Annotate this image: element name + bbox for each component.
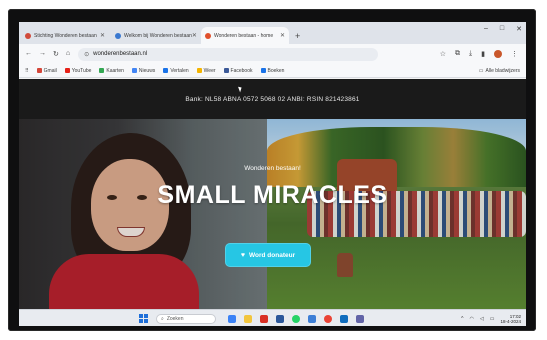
download-icon[interactable]: ⤓ <box>469 50 472 58</box>
system-tray: ^ ◠ ◁ ▭ 17:02 18-4-2024 <box>461 314 521 324</box>
hero-title: SMALL MIRACLES <box>157 181 388 209</box>
widgets-icon[interactable] <box>228 314 236 323</box>
search-icon: ⌕ <box>161 315 164 322</box>
address-text: wonderenbestaan.nl <box>93 51 148 57</box>
donate-button[interactable]: ♥ Word donateur <box>225 243 311 267</box>
bookmark-icon <box>131 68 137 73</box>
tab-label: Wonderen bestaan - home <box>214 32 274 39</box>
reload-icon[interactable]: ↻ <box>53 50 59 58</box>
bookmark-item[interactable]: YouTube <box>64 68 91 74</box>
start-button[interactable] <box>139 314 148 323</box>
bookmark-item[interactable]: Kaarten <box>99 68 124 74</box>
folder-icon: ▭ <box>478 67 484 74</box>
clock-date: 18-4-2024 <box>500 318 521 324</box>
close-icon[interactable]: ✕ <box>280 32 285 39</box>
windows-taskbar: ⌕ Zoeken ^ ◠ ◁ ▭ 17:02 18-4-2024 <box>19 309 526 326</box>
site-info-icon[interactable]: ⊙ <box>84 51 89 58</box>
bookmark-item[interactable]: Vertalen <box>163 68 189 74</box>
bookmarks-bar: ⠿ Gmail YouTube Kaarten Nieuws Vertalen … <box>19 64 526 78</box>
bookmark-icon <box>36 68 42 73</box>
speaker-icon[interactable]: ◁ <box>480 316 484 322</box>
taskbar-search[interactable]: ⌕ Zoeken <box>156 313 216 324</box>
outlook-icon[interactable] <box>340 314 348 323</box>
whatsapp-icon[interactable] <box>292 314 300 323</box>
bank-info-text: Bank: NL58 ABNA 0572 5068 02 ANBI: RSIN … <box>185 95 360 103</box>
minimize-button[interactable]: – <box>484 25 488 33</box>
bookmark-item[interactable]: Nieuws <box>131 68 155 74</box>
pdf-reader-icon[interactable] <box>260 314 268 323</box>
wifi-icon[interactable]: ◠ <box>470 316 474 322</box>
window-controls: – □ ✕ <box>484 25 522 33</box>
close-window-button[interactable]: ✕ <box>516 25 522 33</box>
chevron-up-icon[interactable]: ^ <box>461 316 463 322</box>
bookmark-item[interactable]: Weer <box>196 68 216 74</box>
screen: Stichting Wonderen bestaan ✕ Welkom bij … <box>19 22 526 326</box>
menu-icon[interactable]: ⋮ <box>511 50 518 58</box>
apps-icon[interactable]: ⠿ <box>25 68 29 74</box>
profile-avatar[interactable] <box>494 50 502 58</box>
favicon-icon <box>25 32 31 39</box>
file-explorer-icon[interactable] <box>244 314 252 323</box>
close-icon[interactable]: ✕ <box>192 32 197 39</box>
heart-hand-icon: ♥ <box>240 251 246 259</box>
maximize-button[interactable]: □ <box>500 25 504 33</box>
sidepanel-icon[interactable]: ▮ <box>481 50 485 58</box>
store-icon[interactable] <box>308 314 316 323</box>
donate-button-label: Word donateur <box>249 251 296 259</box>
star-icon[interactable]: ☆ <box>440 50 446 58</box>
new-tab-button[interactable]: + <box>295 31 300 41</box>
battery-icon[interactable]: ▭ <box>490 316 495 322</box>
forward-arrow-icon[interactable]: → <box>39 50 46 58</box>
word-icon[interactable] <box>276 314 284 323</box>
hero-kicker: Wonderen bestaan! <box>244 165 301 172</box>
bookmark-item[interactable]: Boeken <box>260 68 284 74</box>
address-bar[interactable]: ⊙ wonderenbestaan.nl <box>78 47 379 61</box>
browser-tab-3[interactable]: Wonderen bestaan - home ✕ <box>201 27 289 44</box>
favicon-icon <box>115 32 121 39</box>
clock[interactable]: 17:02 18-4-2024 <box>500 314 521 324</box>
chrome-icon[interactable] <box>324 314 332 323</box>
browser-tab-1[interactable]: Stichting Wonderen bestaan ✕ <box>21 27 109 44</box>
bookmark-icon <box>260 68 266 73</box>
home-icon[interactable]: ⌂ <box>66 50 70 58</box>
bookmark-icon <box>196 68 202 73</box>
teams-icon[interactable] <box>356 314 364 323</box>
browser-tab-2[interactable]: Welkom bij Wonderen bestaan ✕ <box>111 27 199 44</box>
browser-toolbar: ← → ↻ ⌂ ⊙ wonderenbestaan.nl ☆ ⧉ ⤓ ▮ ⋮ <box>19 44 526 64</box>
tab-label: Welkom bij Wonderen bestaan <box>124 32 192 39</box>
all-bookmarks-button[interactable]: ▭ Alle bladwijzers <box>479 68 520 74</box>
tab-label: Stichting Wonderen bestaan <box>34 32 97 39</box>
bookmark-item[interactable]: Gmail <box>36 68 57 74</box>
bookmark-icon <box>223 68 229 73</box>
extensions-icon[interactable]: ⧉ <box>455 50 460 58</box>
favicon-icon <box>205 32 211 39</box>
bookmark-item[interactable]: Facebook <box>223 68 253 74</box>
bank-info-bar: Bank: NL58 ABNA 0572 5068 02 ANBI: RSIN … <box>19 79 526 119</box>
back-arrow-icon[interactable]: ← <box>25 50 32 58</box>
taskbar-search-placeholder: Zoeken <box>166 315 184 322</box>
hero-section: Wonderen bestaan! SMALL MIRACLES ♥ Word … <box>19 119 526 309</box>
close-icon[interactable]: ✕ <box>100 32 105 39</box>
bookmark-icon <box>64 68 70 73</box>
browser-tab-strip: Stichting Wonderen bestaan ✕ Welkom bij … <box>19 22 526 44</box>
bookmark-icon <box>99 68 105 73</box>
bookmark-icon <box>163 68 169 73</box>
